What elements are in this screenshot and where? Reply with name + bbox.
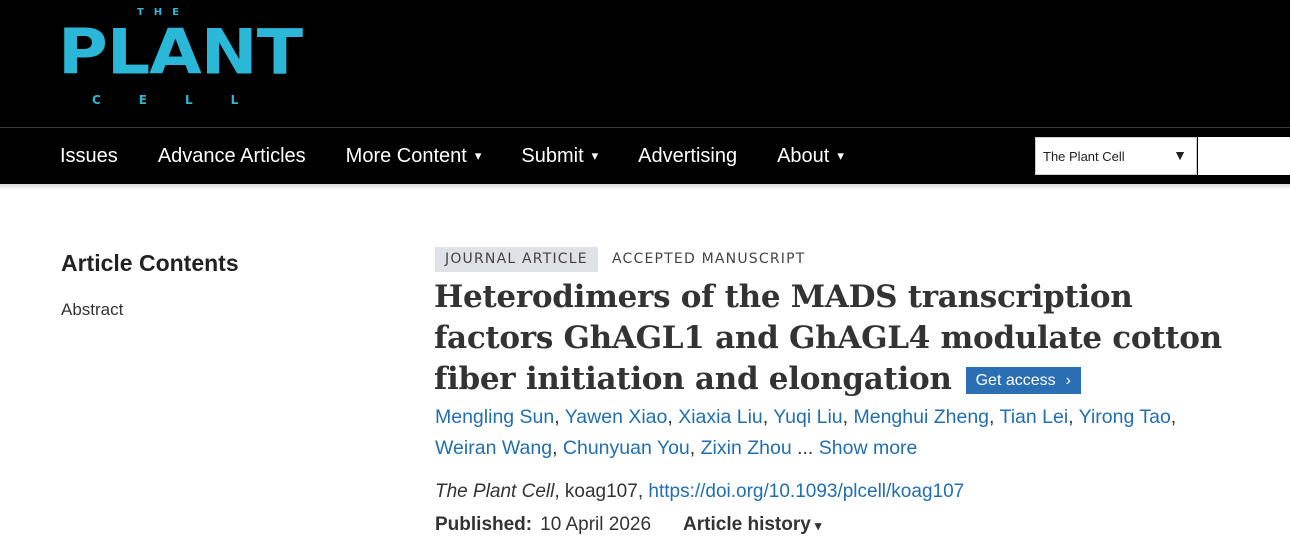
published-label: Published: <box>435 514 533 535</box>
nav-item-issues[interactable]: Issues <box>60 145 118 168</box>
nav-item-more-content[interactable]: More Content ▾ <box>346 145 482 168</box>
chevron-down-icon: ▾ <box>591 148 599 163</box>
nav-item-about[interactable]: About ▾ <box>777 145 844 168</box>
nav-item-advance-articles[interactable]: Advance Articles <box>158 145 306 168</box>
chevron-right-icon: › <box>1065 372 1071 389</box>
author-link[interactable]: Chunyuan You <box>563 437 690 459</box>
chevron-down-icon: ▼ <box>1173 147 1187 163</box>
logo-main-text: PLANT <box>58 16 303 89</box>
nav-item-submit[interactable]: Submit ▾ <box>521 145 598 168</box>
manuscript-status-label: ACCEPTED MANUSCRIPT <box>612 251 806 267</box>
author-link[interactable]: Zixin Zhou <box>701 437 792 459</box>
author-link[interactable]: Weiran Wang <box>435 437 552 459</box>
author-link[interactable]: Xiaxia Liu <box>678 406 763 428</box>
author-link[interactable]: Yirong Tao <box>1079 406 1171 428</box>
nav-item-label: Submit <box>521 144 584 167</box>
published-row: Published: 10 April 2026 Article history ▾ <box>435 514 821 536</box>
author-link[interactable]: Mengling Sun <box>435 406 554 428</box>
nav-shadow <box>0 184 1290 190</box>
get-access-label: Get access <box>975 372 1056 389</box>
article-type-badge: JOURNAL ARTICLE <box>435 247 598 272</box>
journal-name: The Plant Cell <box>435 481 555 502</box>
chevron-down-icon: ▾ <box>474 148 482 163</box>
authors-ellipsis: ... <box>791 437 819 459</box>
contents-item-abstract[interactable]: Abstract <box>61 300 123 320</box>
site-header: THE PLANT CELL <box>0 0 1290 127</box>
nav-item-label: Advertising <box>638 144 738 167</box>
logo-bottom-text: CELL <box>92 93 277 107</box>
chevron-down-icon: ▾ <box>837 148 844 163</box>
nav-items: Issues Advance Articles More Content ▾ Submi… <box>60 128 884 184</box>
nav-item-label: Issues <box>60 144 118 167</box>
get-access-button[interactable]: Get access › <box>965 367 1081 394</box>
article-history-label: Article history <box>683 514 811 535</box>
show-more-authors-link[interactable]: Show more <box>819 437 918 459</box>
nav-item-label: About <box>777 144 830 167</box>
nav-item-advertising[interactable]: Advertising <box>638 145 737 168</box>
published-date: 10 April 2026 <box>540 514 652 535</box>
article-title: Heterodimers of the MADS transcription f… <box>434 277 1254 400</box>
author-list: Mengling Sun, Yawen Xiao, Xiaxia Liu, Yu… <box>435 406 1177 459</box>
citation-separator: , <box>554 481 565 502</box>
citation-line: The Plant Cell, koag107, https://doi.org… <box>435 481 964 503</box>
plant-cell-logo[interactable]: THE PLANT CELL <box>58 5 303 113</box>
article-history-toggle[interactable]: Article history ▾ <box>683 514 821 535</box>
chevron-down-icon: ▾ <box>814 518 822 533</box>
author-link[interactable]: Yawen Xiao <box>565 406 668 428</box>
search-input[interactable] <box>1198 137 1290 175</box>
site-select[interactable]: The Plant Cell ▼ <box>1035 137 1197 175</box>
article-id: koag107 <box>564 481 638 502</box>
author-link[interactable]: Yuqi Liu <box>773 406 842 428</box>
author-link[interactable]: Menghui Zheng <box>854 406 990 428</box>
nav-item-label: Advance Articles <box>157 144 306 167</box>
author-link[interactable]: Tian Lei <box>1000 406 1069 428</box>
article-title-text: Heterodimers of the MADS transcription f… <box>434 279 1222 397</box>
article-contents-title: Article Contents <box>61 250 239 276</box>
doi-link[interactable]: https://doi.org/10.1093/plcell/koag107 <box>648 481 964 502</box>
nav-item-label: More Content <box>345 144 467 167</box>
citation-separator: , <box>637 481 649 502</box>
site-select-value: The Plant Cell <box>1043 148 1125 164</box>
